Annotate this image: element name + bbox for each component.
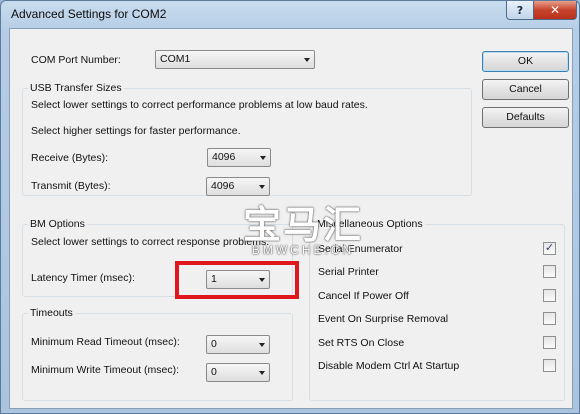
transmit-dropdown[interactable]: 4096 xyxy=(206,177,270,196)
com-port-value: COM1 xyxy=(160,53,191,65)
defaults-button[interactable]: Defaults xyxy=(482,107,569,128)
watermark-logo: 宝马汇 xyxy=(242,203,363,247)
latency-label: Latency Timer (msec): xyxy=(31,272,135,284)
receive-label: Receive (Bytes): xyxy=(31,152,109,164)
transmit-value: 4096 xyxy=(211,180,235,192)
receive-dropdown[interactable]: 4096 xyxy=(207,148,271,167)
read-timeout-value: 0 xyxy=(211,338,217,350)
misc-option-checkbox[interactable] xyxy=(543,312,556,326)
read-timeout-dropdown[interactable]: 0 xyxy=(206,335,270,354)
bm-options-title: BM Options xyxy=(28,218,87,230)
usb-desc-lower: Select lower settings to correct perform… xyxy=(31,99,368,111)
dialog-body: COM Port Number: COM1 USB Transfer Sizes… xyxy=(9,28,573,409)
timeouts-title: Timeouts xyxy=(28,307,75,319)
bm-desc: Select lower settings to correct respons… xyxy=(31,236,270,248)
misc-option-checkbox[interactable] xyxy=(543,288,556,302)
question-icon: ? xyxy=(516,3,524,17)
com-port-label: COM Port Number: xyxy=(31,54,121,66)
write-timeout-dropdown[interactable]: 0 xyxy=(206,363,270,382)
cancel-button[interactable]: Cancel xyxy=(482,79,569,100)
misc-option-checkbox[interactable] xyxy=(543,359,556,372)
ok-button[interactable]: OK xyxy=(482,51,569,72)
usb-transfer-title: USB Transfer Sizes xyxy=(28,82,124,94)
watermark-site: BMWCHE.CN xyxy=(251,243,355,257)
red-highlight-box xyxy=(175,261,299,299)
com-port-dropdown[interactable]: COM1 xyxy=(155,50,315,69)
close-button[interactable]: ✕ xyxy=(533,1,577,20)
write-timeout-value: 0 xyxy=(211,366,217,378)
receive-value: 4096 xyxy=(212,151,236,163)
transmit-label: Transmit (Bytes): xyxy=(31,180,111,192)
chevron-down-icon xyxy=(259,343,265,347)
window-title: Advanced Settings for COM2 xyxy=(11,7,167,21)
misc-option-checkbox[interactable] xyxy=(543,335,556,349)
misc-option-checkbox[interactable]: ✓ xyxy=(543,242,556,255)
misc-option-label: Set RTS On Close xyxy=(318,336,405,349)
close-icon: ✕ xyxy=(549,3,561,17)
chevron-down-icon xyxy=(304,58,310,62)
watermark: 宝马汇 BMWCHE.CN xyxy=(238,205,368,257)
settings-window: Advanced Settings for COM2 ? ✕ COM Port … xyxy=(0,0,580,414)
misc-option-label: Serial Printer xyxy=(318,266,379,279)
chevron-down-icon xyxy=(260,156,266,160)
misc-option-label: Cancel If Power Off xyxy=(318,289,409,302)
chevron-down-icon xyxy=(259,371,265,375)
title-bar[interactable]: Advanced Settings for COM2 ? ✕ xyxy=(1,1,579,27)
usb-desc-higher: Select higher settings for faster perfor… xyxy=(31,125,241,137)
write-timeout-label: Minimum Write Timeout (msec): xyxy=(31,364,179,376)
timeouts-group: Timeouts Minimum Read Timeout (msec): Mi… xyxy=(22,307,293,401)
checkmark-icon: ✓ xyxy=(544,242,555,254)
misc-option-checkbox[interactable] xyxy=(543,265,556,279)
read-timeout-label: Minimum Read Timeout (msec): xyxy=(31,336,180,348)
misc-option-label: Event On Surprise Removal xyxy=(318,313,449,326)
help-button[interactable]: ? xyxy=(506,1,534,20)
misc-option-label: Disable Modem Ctrl At Startup xyxy=(318,360,460,372)
chevron-down-icon xyxy=(259,185,265,189)
